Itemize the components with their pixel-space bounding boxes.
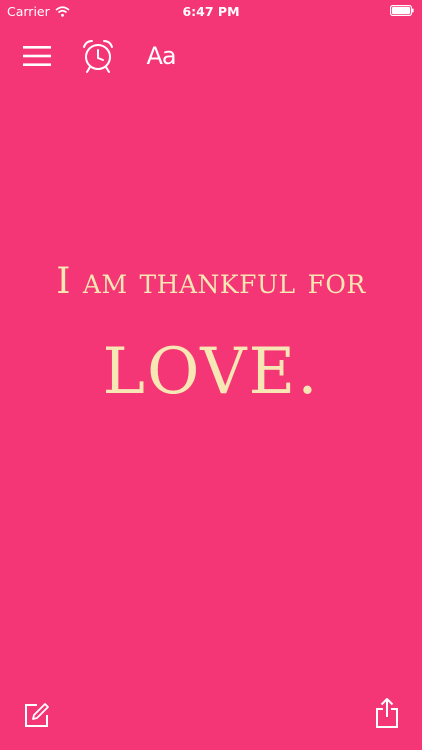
- share-button[interactable]: [372, 696, 402, 730]
- status-time: 6:47 PM: [182, 4, 240, 19]
- hamburger-menu-icon: [23, 46, 51, 66]
- top-toolbar: Aa: [0, 36, 422, 76]
- compose-icon: [25, 703, 49, 727]
- share-icon: [376, 698, 398, 728]
- status-bar: Carrier 6:47 PM: [0, 0, 422, 22]
- bottom-toolbar: [0, 698, 422, 750]
- font-button[interactable]: Aa: [140, 38, 182, 74]
- compose-button[interactable]: [22, 700, 52, 730]
- alarm-clock-icon: [83, 40, 113, 73]
- battery-icon: [390, 5, 414, 16]
- quote-word: LOVE.: [102, 335, 320, 409]
- affirmation-quote: I am thankful for LOVE.: [0, 250, 422, 422]
- alarm-button[interactable]: [80, 38, 116, 74]
- menu-button[interactable]: [20, 40, 54, 72]
- quote-line: I am thankful for: [56, 261, 366, 302]
